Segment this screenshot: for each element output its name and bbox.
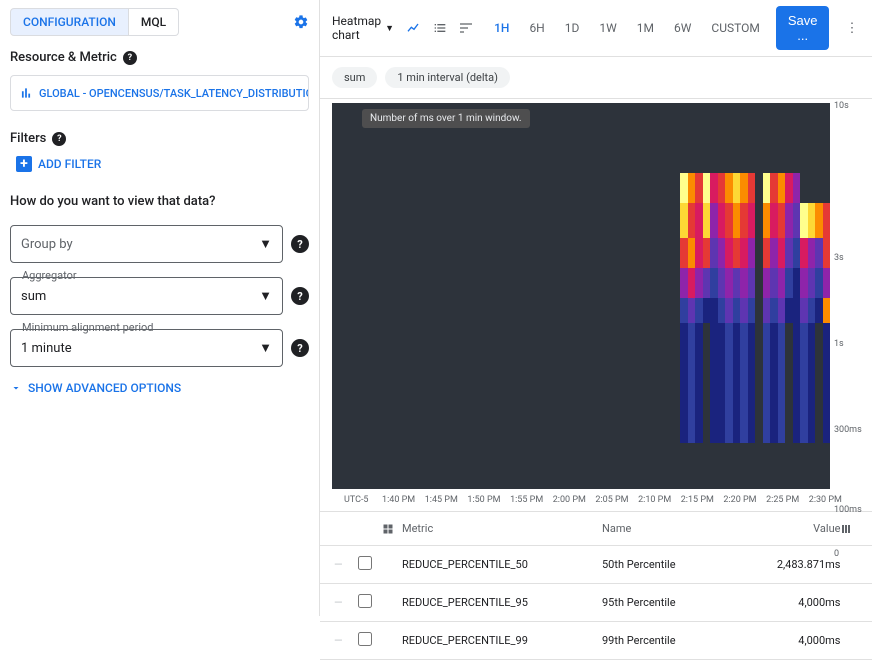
legend-table: Metric Name Value — REDUCE_PERCENTILE_50… xyxy=(320,511,872,660)
cell-value: 2,483.871ms xyxy=(762,558,840,571)
filters-label: Filters ? xyxy=(10,131,309,146)
alignment-select[interactable]: 1 minute ▼ xyxy=(10,329,283,367)
show-advanced-button[interactable]: SHOW ADVANCED OPTIONS xyxy=(10,381,309,395)
y-axis-label: 300ms xyxy=(834,425,862,435)
chip[interactable]: sum xyxy=(332,67,377,88)
cell-value: 4,000ms xyxy=(762,634,840,647)
view-question: How do you want to view that data? xyxy=(10,194,309,209)
time-range-6h[interactable]: 6H xyxy=(521,17,552,39)
tab-configuration[interactable]: CONFIGURATION xyxy=(10,8,129,36)
y-axis-label: 0 xyxy=(834,549,839,559)
chart-tooltip: Number of ms over 1 min window. xyxy=(362,109,530,128)
heatmap-chart[interactable]: Number of ms over 1 min window. xyxy=(332,103,830,489)
resource-metric-label: Resource & Metric ? xyxy=(10,50,309,65)
table-row[interactable]: — REDUCE_PERCENTILE_50 50th Percentile 2… xyxy=(320,546,872,584)
x-axis: UTC-5 1:40 PM 1:45 PM 1:50 PM 1:55 PM 2:00 PM… xyxy=(332,489,842,505)
x-axis-label: UTC-5 xyxy=(344,495,369,505)
help-icon[interactable]: ? xyxy=(291,339,309,357)
aggregator-value: sum xyxy=(21,289,46,304)
row-checkbox[interactable] xyxy=(358,632,372,646)
chip[interactable]: 1 min interval (delta) xyxy=(385,67,510,88)
table-header: Metric Name Value xyxy=(320,512,872,546)
x-axis-label: 2:25 PM xyxy=(766,495,799,505)
aggregator-select[interactable]: sum ▼ xyxy=(10,277,283,315)
settings-icon[interactable] xyxy=(458,20,474,36)
bar-chart-icon xyxy=(19,86,33,100)
x-axis-label: 1:40 PM xyxy=(382,495,415,505)
x-axis-label: 2:05 PM xyxy=(595,495,628,505)
y-axis-label: 3s xyxy=(834,253,844,263)
time-range-1h[interactable]: 1H xyxy=(486,17,517,39)
table-row[interactable]: — REDUCE_PERCENTILE_99 99th Percentile 4… xyxy=(320,622,872,660)
drag-handle-icon[interactable]: — xyxy=(334,634,358,647)
row-checkbox[interactable] xyxy=(358,556,372,570)
x-axis-label: 1:55 PM xyxy=(510,495,543,505)
time-range-group: 1H6H1D1W1M6WCUSTOM xyxy=(486,17,768,39)
save-button[interactable]: Save ... xyxy=(776,6,830,50)
table-row[interactable]: — REDUCE_PERCENTILE_95 95th Percentile 4… xyxy=(320,584,872,622)
x-axis-label: 2:30 PM xyxy=(809,495,842,505)
metric-icon xyxy=(382,523,398,535)
drag-handle-icon[interactable]: — xyxy=(334,596,358,609)
chart-area: Number of ms over 1 min window. 10s 3s 1s 3… xyxy=(320,99,872,511)
help-icon[interactable]: ? xyxy=(123,51,137,65)
column-settings-icon[interactable] xyxy=(840,523,860,535)
chart-toolbar: Heatmap chart ▼ 1H6H1D1W1M6WCUSTOM Save … xyxy=(320,0,872,57)
x-axis-label: 2:10 PM xyxy=(638,495,671,505)
help-icon[interactable]: ? xyxy=(291,235,309,253)
x-axis-label: 1:45 PM xyxy=(425,495,458,505)
gear-icon[interactable] xyxy=(293,14,309,30)
plus-icon: + xyxy=(16,156,32,172)
time-range-1w[interactable]: 1W xyxy=(591,17,624,39)
help-icon[interactable]: ? xyxy=(52,132,66,146)
chevron-down-icon: ▼ xyxy=(259,236,272,252)
y-axis-label: 10s xyxy=(834,101,849,111)
drag-handle-icon[interactable]: — xyxy=(334,558,358,571)
list-icon[interactable] xyxy=(432,20,448,36)
x-axis-label: 2:00 PM xyxy=(553,495,586,505)
x-axis-label: 1:50 PM xyxy=(467,495,500,505)
chart-type-select[interactable]: Heatmap chart ▼ xyxy=(332,14,394,42)
config-sidebar: CONFIGURATION MQL Resource & Metric ? GL… xyxy=(0,0,320,616)
header-metric[interactable]: Metric xyxy=(402,522,602,535)
help-icon[interactable]: ? xyxy=(291,287,309,305)
x-axis-label: 2:20 PM xyxy=(723,495,756,505)
cell-metric: REDUCE_PERCENTILE_99 xyxy=(402,634,602,647)
chevron-down-icon: ▼ xyxy=(385,23,394,34)
cell-metric: REDUCE_PERCENTILE_95 xyxy=(402,596,602,609)
cell-name: 50th Percentile xyxy=(602,558,762,571)
row-checkbox[interactable] xyxy=(358,594,372,608)
cell-name: 99th Percentile xyxy=(602,634,762,647)
time-range-1m[interactable]: 1M xyxy=(629,17,662,39)
y-axis-label: 1s xyxy=(834,339,844,349)
header-value[interactable]: Value xyxy=(762,522,840,535)
header-name[interactable]: Name xyxy=(602,522,762,535)
time-range-6w[interactable]: 6W xyxy=(666,17,699,39)
time-range-1d[interactable]: 1D xyxy=(557,17,588,39)
y-axis-label: 100ms xyxy=(834,505,862,515)
alignment-value: 1 minute xyxy=(21,341,72,356)
x-axis-label: 2:15 PM xyxy=(681,495,714,505)
metric-value: GLOBAL - OPENCENSUS/TASK_LATENCY_DISTRIB… xyxy=(39,87,309,100)
cell-metric: REDUCE_PERCENTILE_50 xyxy=(402,558,602,571)
cell-value: 4,000ms xyxy=(762,596,840,609)
metric-selector[interactable]: GLOBAL - OPENCENSUS/TASK_LATENCY_DISTRIB… xyxy=(10,75,309,111)
add-filter-button[interactable]: + ADD FILTER xyxy=(16,156,309,172)
chevron-down-icon: ▼ xyxy=(259,340,272,356)
content-area: Heatmap chart ▼ 1H6H1D1W1M6WCUSTOM Save … xyxy=(320,0,872,616)
groupby-select[interactable]: Group by ▼ xyxy=(10,225,283,263)
more-icon[interactable]: ⋮ xyxy=(837,21,866,36)
line-chart-icon[interactable] xyxy=(406,20,422,36)
chevron-down-icon: ▼ xyxy=(259,288,272,304)
tab-mql[interactable]: MQL xyxy=(129,8,179,36)
time-range-custom[interactable]: CUSTOM xyxy=(703,17,767,39)
chips-row: sum 1 min interval (delta) xyxy=(320,57,872,99)
groupby-placeholder: Group by xyxy=(21,237,73,252)
cell-name: 95th Percentile xyxy=(602,596,762,609)
chevron-down-icon xyxy=(10,382,22,394)
